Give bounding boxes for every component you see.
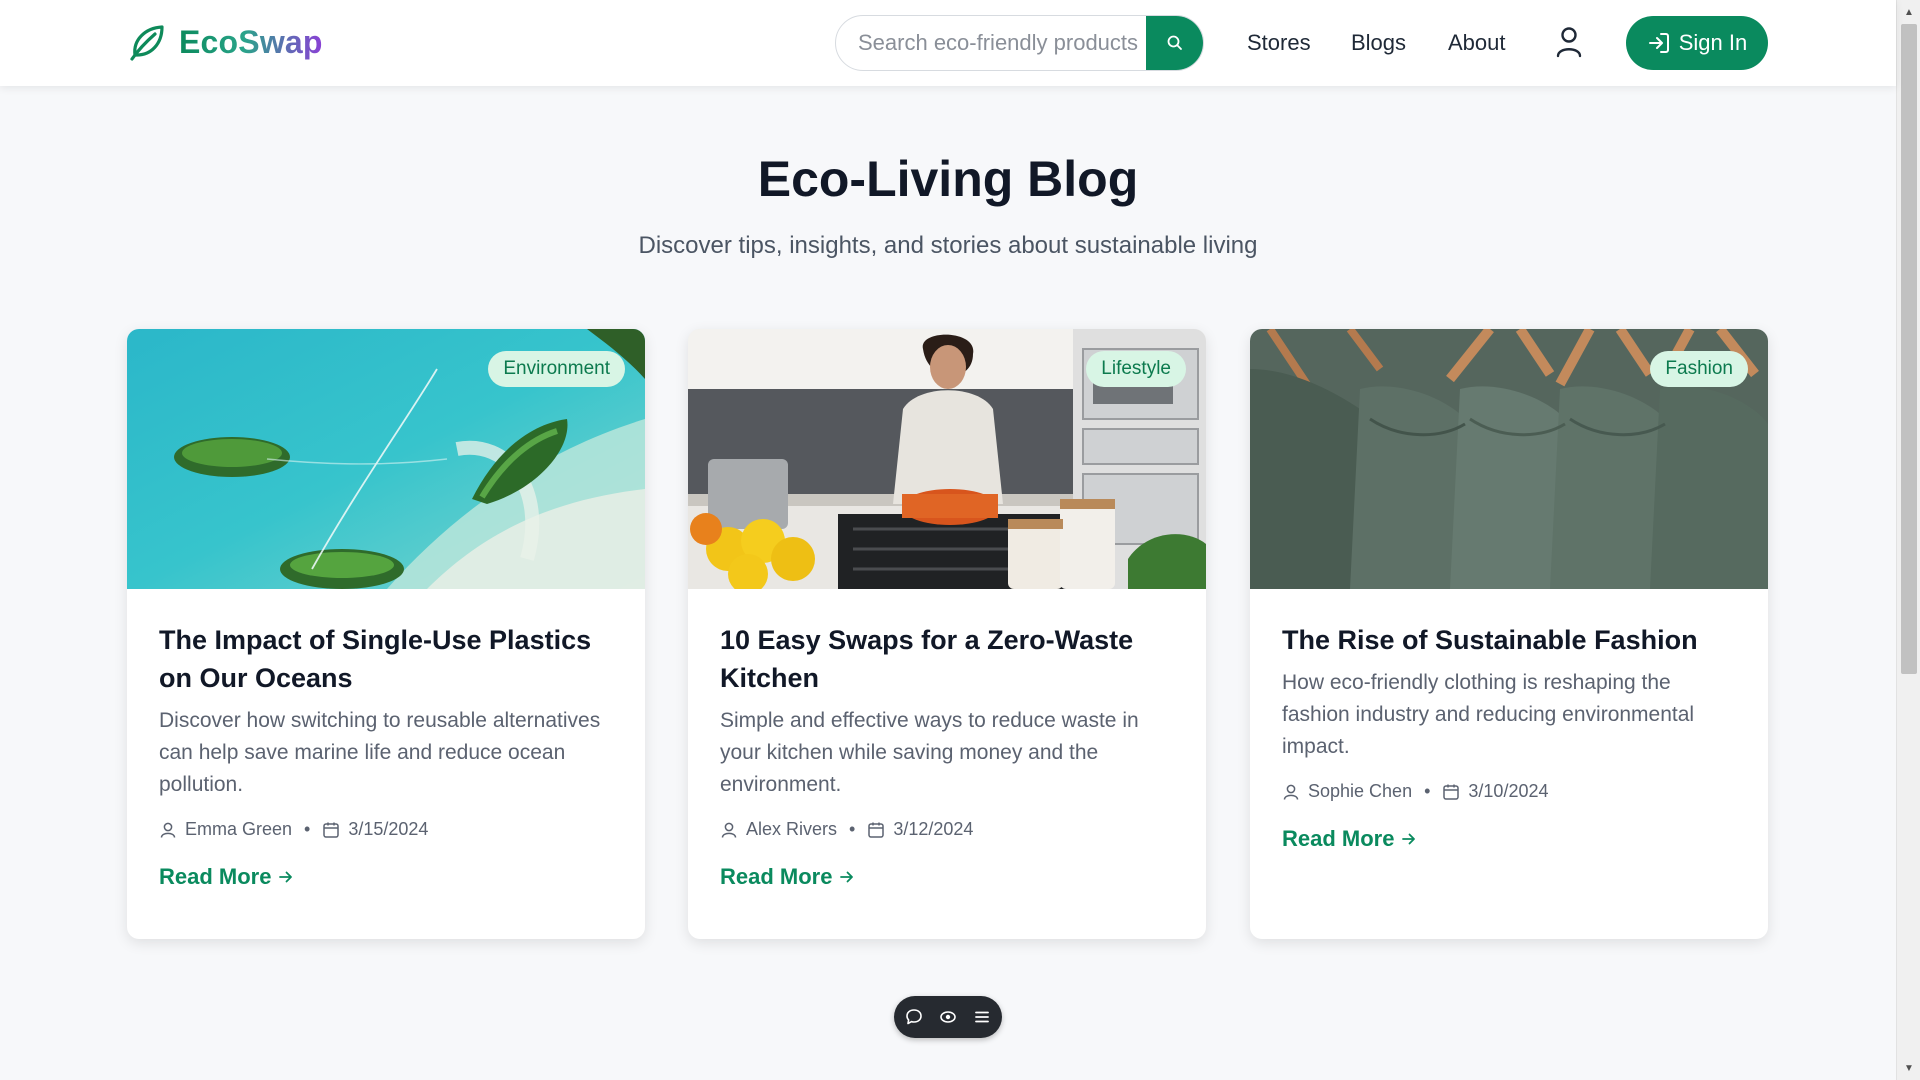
user-account-button[interactable] [1553, 26, 1585, 60]
author-name: Emma Green [185, 819, 293, 839]
search-input[interactable] [836, 16, 1146, 70]
blog-card-meta: Alex Rivers • 3/12/2024 [720, 819, 1176, 840]
meta-separator: • [1424, 781, 1431, 801]
blog-card-excerpt: How eco-friendly clothing is reshaping t… [1282, 671, 1695, 758]
read-more-label: Read More [1282, 826, 1395, 851]
search-icon [1167, 35, 1182, 50]
author-name: Alex Rivers [746, 819, 838, 839]
read-more-link[interactable]: Read More [1282, 826, 1418, 852]
read-more-label: Read More [159, 864, 272, 889]
blog-card-body: The Impact of Single-Use Plastics on Our… [159, 621, 615, 890]
author-icon [721, 822, 737, 838]
blog-card-title[interactable]: The Rise of Sustainable Fashion [1282, 621, 1738, 659]
scrollbar-thumb[interactable] [1901, 24, 1917, 674]
post-date: 3/12/2024 [893, 819, 974, 839]
read-more-link[interactable]: Read More [720, 864, 856, 890]
search-bar [835, 15, 1204, 71]
blog-card-title[interactable]: 10 Easy Swaps for a Zero-Waste Kitchen [720, 621, 1176, 697]
page-scrollbar[interactable]: ▲ ▼ [1896, 0, 1920, 1080]
sign-in-label: Sign In [1678, 30, 1748, 55]
leaf-icon [130, 25, 164, 61]
scroll-down-arrow-icon[interactable]: ▼ [1897, 1058, 1920, 1078]
nav-link-about[interactable]: About [1448, 30, 1506, 56]
nav-link-stores[interactable]: Stores [1247, 30, 1311, 56]
sign-in-icon [1648, 33, 1669, 53]
blog-card-title[interactable]: The Impact of Single-Use Plastics on Our… [159, 621, 615, 697]
blog-card-image[interactable]: Fashion [1250, 329, 1768, 589]
category-badge: Environment [488, 351, 625, 387]
meta-separator: • [849, 819, 856, 839]
comment-button[interactable] [904, 1007, 924, 1027]
blog-card-body: 10 Easy Swaps for a Zero-Waste Kitchen S… [720, 621, 1176, 890]
site-header: EcoSwap Stores Blogs About Sign In [0, 0, 1896, 86]
author-icon [160, 822, 176, 838]
calendar-icon [323, 822, 340, 838]
blog-card-image[interactable]: Environment [127, 329, 645, 589]
author-name: Sophie Chen [1308, 781, 1413, 801]
blog-card-image[interactable]: Lifestyle [688, 329, 1206, 589]
blog-card-excerpt: Discover how switching to reusable alter… [159, 709, 601, 796]
blog-card-meta: Sophie Chen • 3/10/2024 [1282, 781, 1738, 802]
blog-card-excerpt: Simple and effective ways to reduce wast… [720, 709, 1139, 796]
arrow-right-icon [1402, 833, 1416, 845]
view-button[interactable] [938, 1007, 958, 1027]
scroll-up-arrow-icon[interactable]: ▲ [1897, 2, 1920, 22]
blog-card[interactable]: Environment The Impact of Single-Use Pla… [127, 329, 645, 939]
calendar-icon [868, 822, 885, 838]
brand-logo-link[interactable]: EcoSwap [127, 22, 323, 62]
menu-icon [975, 1011, 989, 1023]
post-date: 3/10/2024 [1468, 781, 1549, 801]
arrow-right-icon [279, 871, 293, 883]
read-more-label: Read More [720, 864, 833, 889]
blog-card-body: The Rise of Sustainable Fashion How eco-… [1282, 621, 1738, 852]
brand-name: EcoSwap [179, 23, 323, 60]
menu-button[interactable] [972, 1007, 992, 1027]
comment-icon [906, 1009, 922, 1025]
eye-icon [940, 1011, 956, 1023]
author-icon [1283, 784, 1299, 800]
sign-in-button[interactable]: Sign In [1626, 16, 1768, 70]
category-badge: Lifestyle [1086, 351, 1186, 387]
nav-link-blogs[interactable]: Blogs [1351, 30, 1406, 56]
floating-toolbar [894, 996, 1002, 1038]
blog-card[interactable]: Fashion The Rise of Sustainable Fashion … [1250, 329, 1768, 939]
calendar-icon [1443, 784, 1460, 800]
meta-separator: • [304, 819, 311, 839]
search-button[interactable] [1146, 16, 1203, 70]
read-more-link[interactable]: Read More [159, 864, 295, 890]
blog-card[interactable]: Lifestyle 10 Easy Swaps for a Zero-Waste… [688, 329, 1206, 939]
page-subtitle: Discover tips, insights, and stories abo… [638, 232, 1258, 259]
post-date: 3/15/2024 [348, 819, 429, 839]
user-icon [1556, 27, 1582, 58]
category-badge: Fashion [1650, 351, 1748, 387]
blog-card-meta: Emma Green • 3/15/2024 [159, 819, 615, 840]
page-title: Eco-Living Blog [757, 151, 1139, 207]
arrow-right-icon [840, 871, 854, 883]
